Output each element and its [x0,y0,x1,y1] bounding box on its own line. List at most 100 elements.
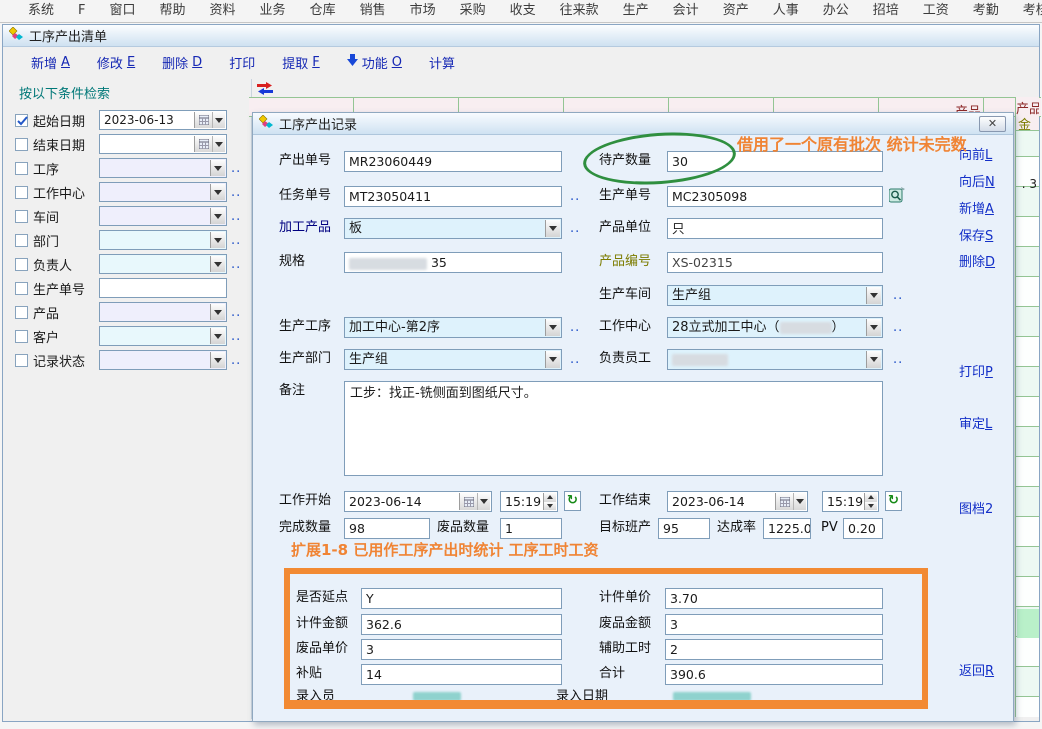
end-date-input[interactable] [99,134,227,154]
dept-combo[interactable] [99,230,227,250]
prod-dept-combo[interactable]: 生产组 [344,349,562,370]
scrap-price-input[interactable]: 3 [361,639,562,660]
more-button[interactable]: .. [231,353,241,368]
more-button[interactable]: .. [893,288,903,306]
more-button[interactable]: .. [231,329,241,344]
calendar-icon[interactable] [194,136,212,152]
dropdown-arrow-icon[interactable] [210,208,225,224]
dropdown-arrow-icon[interactable] [210,328,225,344]
menu-item-warehouse[interactable]: 仓库 [298,0,348,22]
approve-button[interactable]: 审定L [959,413,992,432]
scrap-amount-input[interactable]: 3 [665,614,883,635]
dropdown-arrow-icon[interactable] [210,256,225,272]
employee-combo[interactable] [667,349,883,370]
toolbar-add-link[interactable]: 新增A [31,53,70,72]
more-button[interactable]: .. [893,352,903,370]
work-start-time[interactable]: 15:19 [500,491,558,512]
dropdown-arrow-icon[interactable] [210,304,225,320]
work-center-checkbox[interactable] [15,186,28,199]
dropdown-arrow-icon[interactable] [210,232,225,248]
total-input[interactable]: 390.6 [665,664,883,685]
time-spinner[interactable] [864,493,877,510]
toolbar-edit-link[interactable]: 修改E [97,53,135,72]
product-unit-input[interactable]: 只 [667,218,883,239]
search-icon[interactable] [889,187,905,207]
refresh-icon[interactable]: ↻ [564,491,581,511]
product-code-input[interactable]: XS-02315 [667,252,883,273]
time-spinner[interactable] [543,493,556,510]
output-no-input[interactable]: MR23060449 [344,151,562,172]
more-button[interactable]: .. [231,161,241,176]
menu-item-data[interactable]: 资料 [198,0,248,22]
record-status-checkbox[interactable] [15,354,28,367]
leader-checkbox[interactable] [15,258,28,271]
target-output-input[interactable]: 95 [658,518,710,539]
menu-item-accounts[interactable]: 往来款 [548,0,611,22]
achieve-rate-input[interactable]: 1225.00% [763,518,811,539]
prod-order-filter-input[interactable] [99,278,227,298]
work-center-combo[interactable]: 28立式加工中心（） [667,317,883,338]
menu-item-office[interactable]: 办公 [811,0,861,22]
start-date-checkbox[interactable] [15,114,28,127]
process-combo[interactable]: 加工中心-第2序 [344,317,562,338]
dropdown-arrow-icon[interactable] [212,136,225,152]
prod-order-no-input[interactable]: MC2305098 [667,186,883,207]
toolbar-extract-link[interactable]: 提取F [282,53,320,72]
process-checkbox[interactable] [15,162,28,175]
dropdown-arrow-icon[interactable] [866,351,881,368]
leader-combo[interactable] [99,254,227,274]
end-date-checkbox[interactable] [15,138,28,151]
calendar-icon[interactable] [194,112,212,128]
menu-item-window[interactable]: 窗口 [98,0,148,22]
scrap-qty-input[interactable]: 1 [500,518,562,539]
workshop-combo[interactable] [99,206,227,226]
menu-item-purchase[interactable]: 采购 [448,0,498,22]
add-button[interactable]: 新增A [959,198,994,217]
dropdown-arrow-icon[interactable] [212,112,225,128]
print-button[interactable]: 打印P [959,361,993,380]
dropdown-arrow-icon[interactable] [545,319,560,336]
toolbar-function-link[interactable]: 功能O [347,53,402,72]
close-button[interactable]: ✕ [979,116,1006,132]
more-button[interactable]: .. [231,209,241,224]
more-button[interactable]: .. [570,320,580,338]
more-button[interactable]: .. [570,189,580,207]
dropdown-arrow-icon[interactable] [210,184,225,200]
toolbar-delete-link[interactable]: 删除D [162,53,202,72]
work-start-date[interactable]: 2023-06-14 [344,491,492,512]
menu-item-appraisal[interactable]: 考核 [1011,0,1042,22]
customer-combo[interactable] [99,326,227,346]
calendar-icon[interactable] [775,493,793,510]
workshop-combo[interactable]: 生产组 [667,285,883,306]
spec-input[interactable]: 35 [344,252,562,273]
dropdown-arrow-icon[interactable] [866,287,881,304]
menu-item-production[interactable]: 生产 [611,0,661,22]
piece-price-input[interactable]: 3.70 [665,588,883,609]
more-button[interactable]: .. [231,185,241,200]
refresh-icon[interactable]: ↻ [885,491,902,511]
dept-checkbox[interactable] [15,234,28,247]
save-button[interactable]: 保存S [959,225,993,244]
delete-button[interactable]: 删除D [959,251,995,270]
more-button[interactable]: .. [893,320,903,338]
remark-textarea[interactable]: 工步：找正-铣侧面到图纸尺寸。 [344,381,883,476]
menu-item-sales[interactable]: 销售 [348,0,398,22]
product-checkbox[interactable] [15,306,28,319]
menu-item-payments[interactable]: 收支 [498,0,548,22]
work-center-combo[interactable] [99,182,227,202]
process-combo[interactable] [99,158,227,178]
next-button[interactable]: 向后N [959,171,995,190]
dropdown-arrow-icon[interactable] [210,352,225,368]
dropdown-arrow-icon[interactable] [477,493,490,510]
menu-item-business[interactable]: 业务 [248,0,298,22]
more-button[interactable]: .. [231,305,241,320]
menu-item-hr[interactable]: 人事 [761,0,811,22]
more-button[interactable]: .. [231,233,241,248]
menu-item-payroll[interactable]: 工资 [911,0,961,22]
subsidy-input[interactable]: 14 [361,664,562,685]
doc-button[interactable]: 图档2 [959,498,993,517]
menu-item-help[interactable]: 帮助 [148,0,198,22]
toolbar-calc-link[interactable]: 计算 [429,53,455,72]
menu-item-system[interactable]: 系统 [16,0,66,22]
overtime-input[interactable]: Y [361,588,562,609]
